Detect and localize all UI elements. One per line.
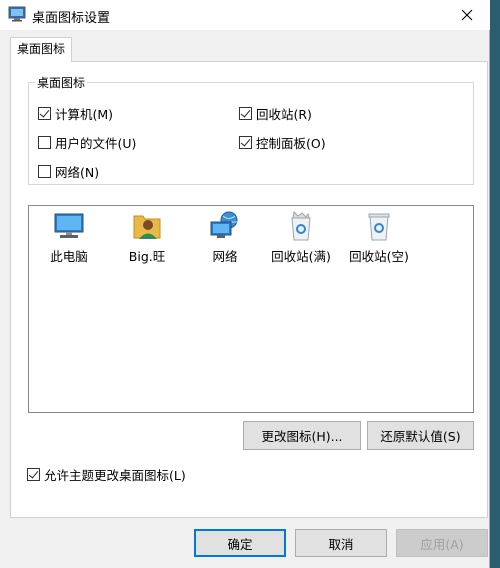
window-title: 桌面图标设置 — [32, 11, 111, 26]
display-settings-icon — [8, 6, 26, 22]
computer-icon — [54, 213, 84, 238]
group-legend: 桌面图标 — [35, 74, 88, 91]
icon-list[interactable]: 此电脑 Big.旺 网络 回收站(满) 回收站(空) — [28, 205, 474, 413]
user-folder-icon — [133, 215, 161, 239]
change-icon-button[interactable]: 更改图标(H)... — [243, 421, 361, 450]
tab-desktop-icons[interactable]: 桌面图标 — [10, 37, 72, 62]
recycle-bin-checkbox[interactable]: 回收站(R) — [239, 104, 312, 123]
tab-panel: 桌面图标 计算机(M) 回收站(R) 用户的文件(U) 控制面板(O) 网络(N… — [10, 61, 488, 518]
checkbox-box[interactable] — [38, 165, 51, 178]
list-item-recycle-bin-empty[interactable]: 回收站(空) — [343, 210, 415, 265]
list-item-network[interactable]: 网络 — [189, 210, 261, 265]
cancel-button[interactable]: 取消 — [295, 529, 387, 557]
list-item-recycle-bin-full[interactable]: 回收站(满) — [265, 210, 337, 265]
checkbox-box[interactable] — [38, 136, 51, 149]
allow-themes-checkbox[interactable]: 允许主题更改桌面图标(L) — [27, 465, 186, 484]
item-label: 回收站(空) — [349, 249, 409, 264]
item-label: Big.旺 — [128, 249, 166, 264]
recycle-bin-empty-icon — [368, 213, 390, 241]
user-files-checkbox[interactable]: 用户的文件(U) — [38, 133, 136, 152]
ok-button[interactable]: 确定 — [194, 529, 286, 557]
checkbox-label: 计算机(M) — [55, 107, 114, 122]
checkbox-label: 网络(N) — [55, 165, 100, 180]
desktop-icons-group: 桌面图标 计算机(M) 回收站(R) 用户的文件(U) 控制面板(O) 网络(N… — [28, 74, 474, 185]
checkbox-box[interactable] — [27, 468, 40, 481]
checkbox-box[interactable] — [239, 107, 252, 120]
list-item-user-folder[interactable]: Big.旺 — [111, 210, 183, 265]
item-label: 此电脑 — [50, 249, 88, 264]
close-icon — [461, 9, 473, 21]
restore-default-button[interactable]: 还原默认值(S) — [367, 421, 474, 450]
checkbox-box[interactable] — [239, 136, 252, 149]
item-label: 回收站(满) — [271, 249, 331, 264]
computer-checkbox[interactable]: 计算机(M) — [38, 104, 113, 123]
recycle-bin-full-icon — [291, 210, 311, 241]
list-item-this-pc[interactable]: 此电脑 — [33, 210, 105, 265]
checkbox-label: 控制面板(O) — [256, 136, 326, 151]
checkbox-label: 用户的文件(U) — [55, 136, 137, 151]
title-bar: 桌面图标设置 — [0, 0, 490, 30]
close-button[interactable] — [444, 0, 490, 30]
item-label: 网络 — [212, 249, 238, 264]
checkbox-label: 回收站(R) — [256, 107, 312, 122]
network-checkbox[interactable]: 网络(N) — [38, 162, 99, 181]
control-panel-checkbox[interactable]: 控制面板(O) — [239, 133, 326, 152]
checkbox-box[interactable] — [38, 107, 51, 120]
desktop-icon-settings-dialog: 桌面图标设置 桌面图标 桌面图标 计算机(M) 回收站(R) 用户的文件(U) — [0, 0, 490, 568]
apply-button[interactable]: 应用(A) — [396, 529, 488, 557]
checkbox-label: 允许主题更改桌面图标(L) — [44, 468, 186, 483]
network-icon — [210, 211, 238, 238]
